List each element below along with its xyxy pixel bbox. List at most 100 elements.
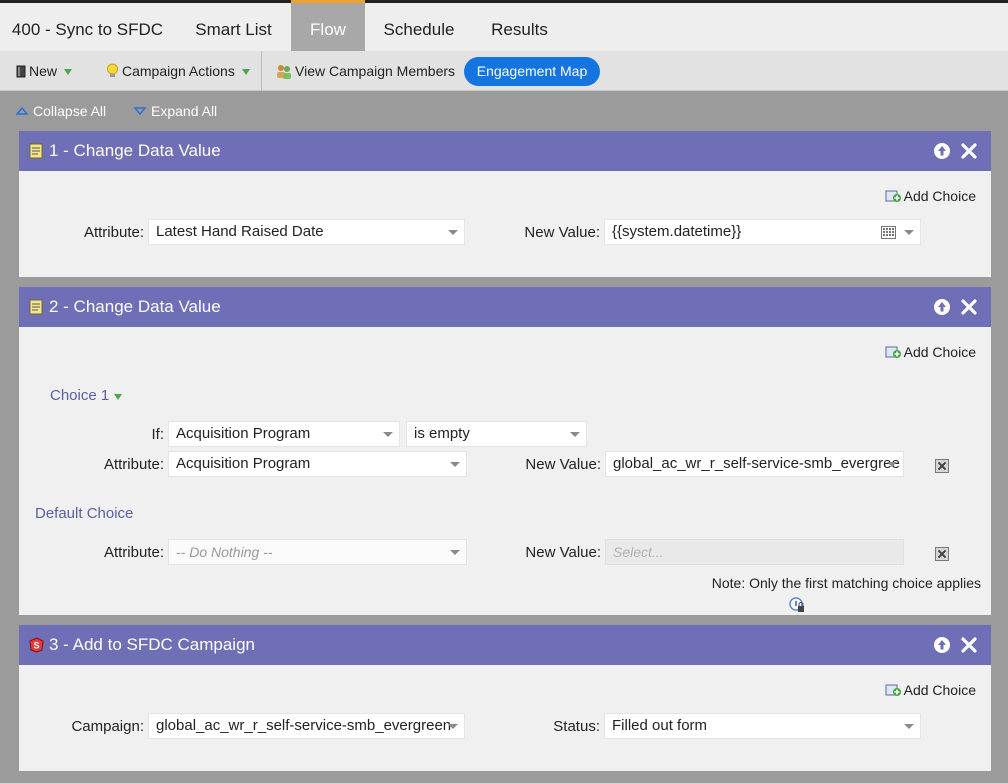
chevron-down-icon	[448, 724, 458, 729]
new-label: New	[29, 63, 58, 79]
chevron-down-icon	[904, 230, 914, 235]
change-data-value-icon	[29, 299, 43, 315]
tab-smart-list[interactable]: Smart List	[176, 3, 291, 51]
default-attribute-select[interactable]: -- Do Nothing --	[168, 539, 467, 565]
status-select[interactable]: Filled out form	[604, 713, 921, 739]
svg-text:S: S	[33, 641, 39, 651]
step-title: 1 - Change Data Value	[49, 141, 221, 160]
campaign-select[interactable]: global_ac_wr_r_self-service-smb_evergree…	[148, 713, 465, 739]
lock-info-icon	[789, 597, 804, 612]
lightbulb-icon	[107, 63, 118, 77]
delete-step-icon[interactable]	[960, 142, 978, 160]
chevron-down-icon	[450, 550, 460, 555]
chevron-down-icon	[887, 462, 897, 467]
attribute-label: Attribute:	[103, 456, 164, 473]
status-label: Status:	[553, 718, 600, 735]
move-up-icon[interactable]	[933, 298, 951, 316]
new-value-select-value: {{system.datetime}}	[612, 223, 742, 240]
new-value-select-value: global_ac_wr_r_self-service-smb_evergree	[613, 455, 900, 472]
expand-icon	[134, 107, 146, 115]
new-value-select[interactable]: global_ac_wr_r_self-service-smb_evergree	[605, 451, 904, 477]
campaign-label: Campaign:	[71, 718, 144, 735]
add-choice-button[interactable]: Add Choice	[885, 188, 976, 204]
attribute-label: Attribute:	[83, 224, 144, 241]
step-title: 2 - Change Data Value	[49, 297, 221, 316]
add-choice-icon	[885, 346, 901, 358]
default-new-value-input[interactable]: Select...	[605, 539, 904, 565]
if-operator-value: is empty	[414, 425, 470, 442]
tab-flow[interactable]: Flow	[291, 0, 365, 51]
campaign-select-value: global_ac_wr_r_self-service-smb_evergree…	[156, 717, 452, 734]
chevron-down-icon	[450, 462, 460, 467]
default-choice-label[interactable]: Default Choice	[35, 505, 133, 522]
step-header: 2 - Change Data Value	[19, 287, 991, 327]
default-new-value-placeholder: Select...	[613, 544, 664, 560]
sfdc-campaign-icon: S	[29, 637, 44, 653]
attribute-select[interactable]: Acquisition Program	[168, 451, 467, 477]
toolbar-divider	[261, 51, 262, 91]
tab-bar: 400 - Sync to SFDC Smart List Flow Sched…	[0, 0, 1008, 51]
choice-note: Note: Only the first matching choice app…	[711, 575, 981, 591]
chevron-down-icon	[114, 393, 123, 400]
chevron-down-icon	[904, 724, 914, 729]
chevron-down-icon	[383, 432, 393, 437]
default-attribute-label: Attribute:	[103, 544, 164, 561]
default-new-value-label: New Value:	[525, 544, 601, 561]
step-body: Add Choice Attribute: Latest Hand Raised…	[19, 171, 991, 277]
tab-results[interactable]: Results	[473, 3, 566, 51]
change-data-value-icon	[29, 143, 43, 159]
step-header: S 3 - Add to SFDC Campaign	[19, 625, 991, 665]
remove-choice-icon[interactable]	[935, 459, 949, 473]
tab-schedule[interactable]: Schedule	[365, 3, 473, 51]
step-body: Add Choice Choice 1 If: Acquisition Prog…	[19, 327, 991, 615]
add-choice-icon	[885, 190, 901, 202]
collapse-icon	[16, 107, 28, 115]
collapse-all-label: Collapse All	[33, 103, 107, 119]
expand-all-button[interactable]: Expand All	[134, 91, 217, 131]
collapse-bar: Collapse All Expand All	[0, 91, 1008, 131]
if-label: If:	[151, 426, 164, 443]
delete-step-icon[interactable]	[960, 636, 978, 654]
add-choice-label: Add Choice	[903, 344, 976, 360]
attribute-select-value: Latest Hand Raised Date	[156, 223, 324, 240]
new-value-select[interactable]: {{system.datetime}}	[604, 219, 921, 245]
status-select-value: Filled out form	[612, 717, 708, 734]
choice-1-label: Choice 1	[50, 387, 110, 404]
choice-1-menu[interactable]: Choice 1	[50, 387, 123, 404]
engagement-map-button[interactable]: Engagement Map	[464, 57, 600, 86]
step-body: Add Choice Campaign: global_ac_wr_r_self…	[19, 665, 991, 771]
add-choice-button[interactable]: Add Choice	[885, 682, 976, 698]
remove-default-choice-icon[interactable]	[935, 547, 949, 561]
campaign-actions-button[interactable]: Campaign Actions	[106, 51, 250, 91]
delete-step-icon[interactable]	[960, 298, 978, 316]
move-up-icon[interactable]	[933, 142, 951, 160]
chevron-down-icon	[570, 432, 580, 437]
view-campaign-members-button[interactable]: View Campaign Members	[276, 51, 455, 91]
attribute-select[interactable]: Latest Hand Raised Date	[148, 219, 465, 245]
view-members-label: View Campaign Members	[295, 63, 456, 79]
tab-campaign-name[interactable]: 400 - Sync to SFDC	[0, 3, 175, 51]
add-choice-icon	[885, 684, 901, 696]
move-up-icon[interactable]	[933, 636, 951, 654]
flow-step-1: 1 - Change Data Value Add Choice Attribu…	[19, 131, 991, 277]
collapse-all-button[interactable]: Collapse All	[16, 91, 106, 131]
chevron-down-icon	[241, 69, 250, 75]
new-value-label: New Value:	[525, 456, 601, 473]
flow-step-3: S 3 - Add to SFDC Campaign Add Choice Ca…	[19, 625, 991, 771]
campaign-actions-label: Campaign Actions	[122, 63, 235, 79]
if-field-value: Acquisition Program	[176, 425, 311, 442]
flow-step-2: 2 - Change Data Value Add Choice Choice …	[19, 287, 991, 615]
if-operator-select[interactable]: is empty	[406, 421, 587, 447]
expand-all-label: Expand All	[151, 103, 218, 119]
chevron-down-icon	[64, 69, 73, 75]
step-header: 1 - Change Data Value	[19, 131, 991, 171]
attribute-select-value: Acquisition Program	[176, 455, 311, 472]
new-value-label: New Value:	[524, 224, 600, 241]
calendar-icon[interactable]	[881, 226, 896, 239]
if-field-select[interactable]: Acquisition Program	[168, 421, 400, 447]
chevron-down-icon	[448, 230, 458, 235]
add-choice-button[interactable]: Add Choice	[885, 344, 976, 360]
new-menu-button[interactable]: New	[16, 51, 73, 91]
new-icon	[16, 65, 26, 77]
default-attribute-value: -- Do Nothing --	[176, 544, 273, 560]
